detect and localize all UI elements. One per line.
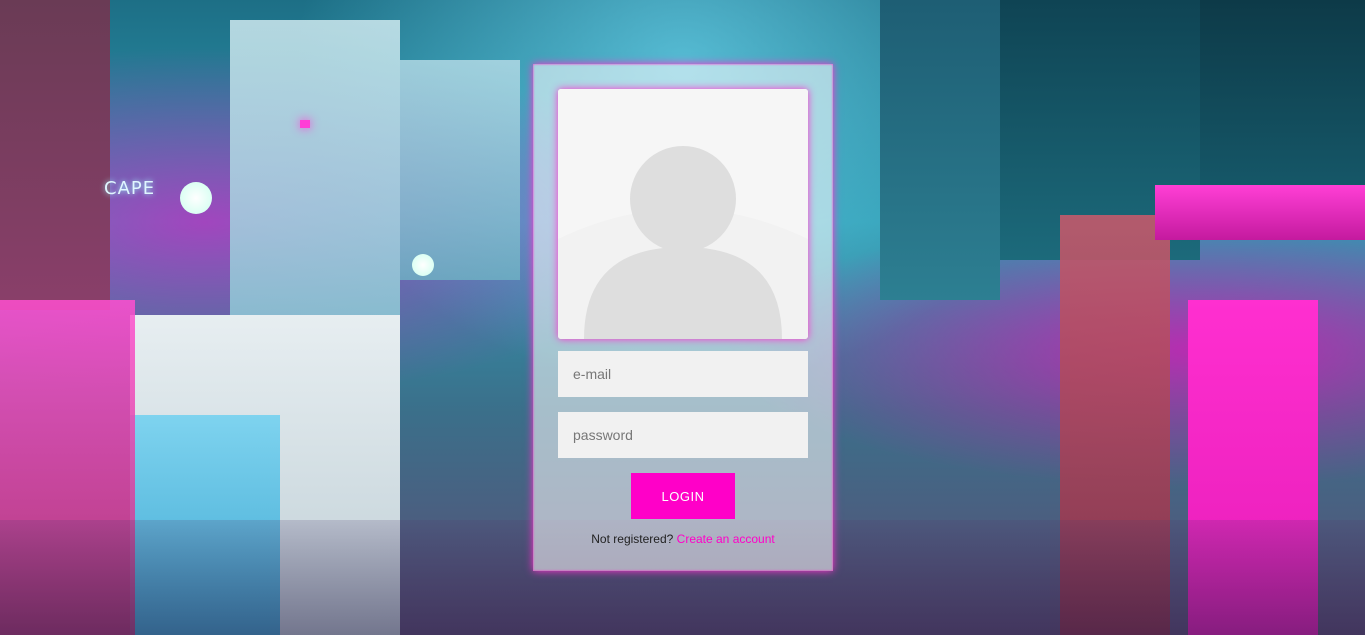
login-card: LOGIN Not registered? Create an account bbox=[533, 64, 833, 571]
neon-light bbox=[300, 120, 310, 128]
street-lamp bbox=[412, 254, 434, 276]
email-field[interactable] bbox=[558, 351, 808, 397]
building-left bbox=[0, 0, 110, 310]
register-prompt: Not registered? Create an account bbox=[533, 532, 833, 546]
building-center bbox=[400, 60, 520, 280]
create-account-link[interactable]: Create an account bbox=[677, 532, 775, 546]
building-right-3 bbox=[1200, 0, 1365, 200]
street-lamp bbox=[180, 182, 212, 214]
user-silhouette-icon bbox=[558, 89, 808, 339]
neon-sign bbox=[1155, 185, 1365, 240]
login-button[interactable]: LOGIN bbox=[631, 473, 735, 519]
avatar bbox=[558, 89, 808, 339]
building-white bbox=[230, 20, 400, 320]
not-registered-text: Not registered? bbox=[591, 532, 674, 546]
password-field[interactable] bbox=[558, 412, 808, 458]
cape-sign: CAPE bbox=[104, 178, 156, 199]
building-right-1 bbox=[880, 0, 1000, 300]
